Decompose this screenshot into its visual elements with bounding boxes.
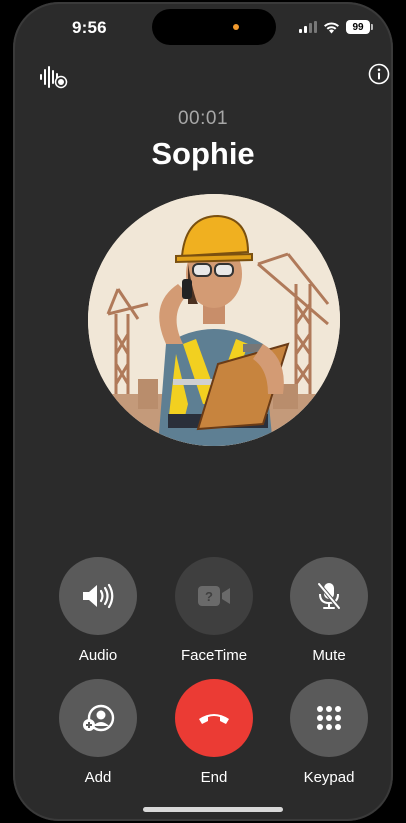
dynamic-island bbox=[152, 9, 276, 45]
end-call-icon bbox=[199, 714, 229, 724]
contact-avatar bbox=[88, 194, 340, 446]
status-indicators: 99 bbox=[299, 19, 373, 35]
keypad-label: Keypad bbox=[303, 769, 355, 786]
add-call-button[interactable]: Add bbox=[38, 679, 158, 786]
svg-text:?: ? bbox=[205, 589, 213, 604]
wifi-icon bbox=[324, 21, 339, 33]
mute-button[interactable]: Mute bbox=[269, 557, 389, 664]
mute-button-circle[interactable] bbox=[290, 557, 368, 635]
facetime-video-icon: ? bbox=[198, 586, 230, 606]
battery-icon: 99 bbox=[346, 20, 373, 34]
add-person-icon bbox=[83, 704, 115, 732]
live-voicemail-waveform-icon[interactable] bbox=[39, 65, 69, 89]
add-label: Add bbox=[84, 769, 112, 786]
speaker-icon bbox=[83, 583, 114, 609]
contact-name: Sophie bbox=[151, 136, 255, 171]
add-call-button-circle[interactable] bbox=[59, 679, 137, 757]
cellular-signal-icon bbox=[299, 21, 317, 33]
audio-label: Audio bbox=[78, 647, 118, 664]
battery-level: 99 bbox=[352, 21, 364, 33]
mic-muted-icon bbox=[317, 582, 341, 610]
keypad-button[interactable]: Keypad bbox=[269, 679, 389, 786]
end-label: End bbox=[200, 769, 228, 786]
status-time: 9:56 bbox=[72, 18, 107, 37]
audio-button-circle[interactable] bbox=[59, 557, 137, 635]
facetime-button-circle[interactable]: ? bbox=[175, 557, 253, 635]
facetime-label: FaceTime bbox=[180, 647, 248, 664]
end-call-button[interactable]: End bbox=[154, 679, 274, 786]
end-call-button-circle[interactable] bbox=[175, 679, 253, 757]
camera-indicator-dot bbox=[233, 24, 239, 30]
call-screen: 9:56 99 00:01 Sophie Audio ? FaceTime Mu… bbox=[13, 2, 393, 821]
keypad-button-circle[interactable] bbox=[290, 679, 368, 757]
keypad-icon bbox=[317, 706, 341, 730]
audio-button[interactable]: Audio bbox=[38, 557, 158, 664]
call-duration: 00:01 bbox=[177, 108, 229, 129]
mute-label: Mute bbox=[312, 647, 346, 664]
home-indicator[interactable] bbox=[143, 807, 283, 812]
facetime-button[interactable]: ? FaceTime bbox=[154, 557, 274, 664]
info-icon[interactable] bbox=[368, 63, 390, 85]
